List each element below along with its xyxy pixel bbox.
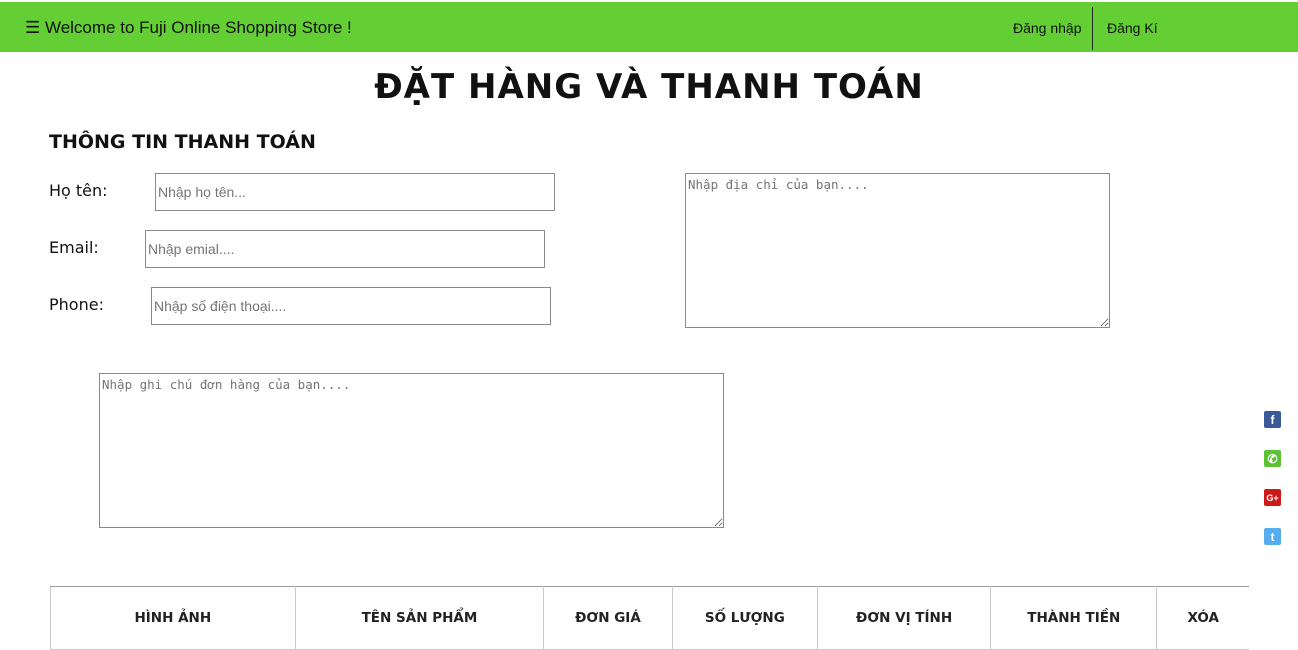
phone-input[interactable]	[151, 287, 551, 325]
name-input[interactable]	[155, 173, 555, 211]
order-note-textarea[interactable]	[99, 373, 724, 528]
google-plus-icon[interactable]: G+	[1264, 489, 1281, 506]
page-title: ĐẶT HÀNG VÀ THANH TOÁN	[374, 67, 924, 107]
register-link[interactable]: Đăng Kí	[1107, 20, 1158, 36]
top-navbar: ☰ Welcome to Fuji Online Shopping Store …	[0, 2, 1298, 52]
nav-divider	[1092, 7, 1093, 50]
phone-label: Phone:	[49, 295, 104, 314]
billing-section-title: THÔNG TIN THANH TOÁN	[49, 131, 316, 153]
column-header-unit: ĐƠN VỊ TÍNH	[817, 586, 992, 650]
column-header-unit-price: ĐƠN GIÁ	[543, 586, 673, 650]
cart-table: HÌNH ẢNH TÊN SẢN PHẨM ĐƠN GIÁ SỐ LƯỢNG Đ…	[50, 586, 1249, 650]
login-link[interactable]: Đăng nhập	[1013, 20, 1082, 36]
column-header-delete: XÓA	[1156, 586, 1249, 650]
column-header-product-name: TÊN SẢN PHẨM	[294, 586, 545, 650]
column-header-image: HÌNH ẢNH	[50, 586, 296, 650]
cart-table-header-row: HÌNH ẢNH TÊN SẢN PHẨM ĐƠN GIÁ SỐ LƯỢNG Đ…	[50, 586, 1249, 650]
email-label: Email:	[49, 238, 99, 257]
column-header-total: THÀNH TIỀN	[990, 586, 1158, 650]
name-label: Họ tên:	[49, 181, 108, 200]
site-welcome-text[interactable]: ☰ Welcome to Fuji Online Shopping Store …	[25, 18, 352, 38]
phone-icon[interactable]: ✆	[1264, 450, 1281, 467]
twitter-icon[interactable]: t	[1264, 528, 1281, 545]
facebook-icon[interactable]: f	[1264, 411, 1281, 428]
email-input[interactable]	[145, 230, 545, 268]
column-header-quantity: SỐ LƯỢNG	[671, 586, 819, 650]
address-textarea[interactable]	[685, 173, 1110, 328]
